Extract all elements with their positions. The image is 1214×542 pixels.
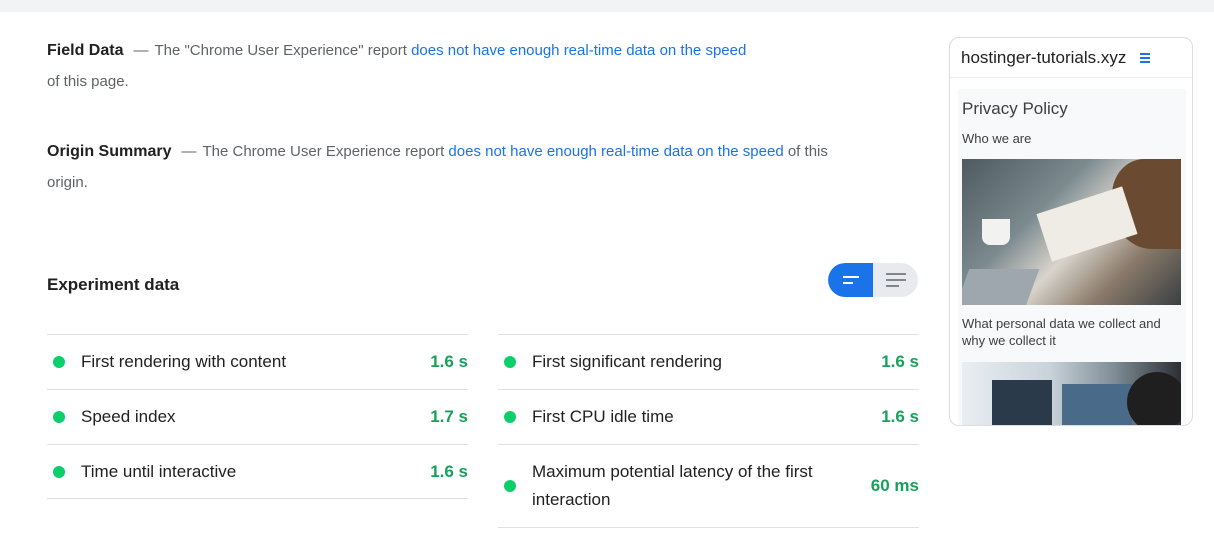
metric-label: First significant rendering xyxy=(532,352,722,371)
preview-site-name: hostinger-tutorials.xyz xyxy=(961,47,1127,67)
metric-row: First significant rendering 1.6 s xyxy=(498,334,919,389)
preview-body: Privacy Policy Who we are What personal … xyxy=(958,89,1186,425)
compact-view-icon xyxy=(842,276,859,284)
pass-dot-icon xyxy=(53,356,65,368)
metric-label: First rendering with content xyxy=(81,352,287,371)
preview-page-title: Privacy Policy xyxy=(962,99,1068,118)
metric-row: First rendering with content 1.6 s xyxy=(47,334,468,389)
field-data-text: The "Chrome User Experience" report xyxy=(154,42,407,59)
compact-view-button[interactable] xyxy=(828,263,873,297)
metrics-left-column: First rendering with content 1.6 s Speed… xyxy=(47,334,468,499)
list-view-icon xyxy=(885,273,906,287)
pass-dot-icon xyxy=(53,411,65,423)
metric-row: Time until interactive 1.6 s xyxy=(47,444,468,499)
metric-row: Speed index 1.7 s xyxy=(47,389,468,444)
pass-dot-icon xyxy=(53,465,65,478)
field-data-dash: — xyxy=(133,42,149,59)
preview-subtitle: Who we are xyxy=(962,131,1032,146)
view-toggle xyxy=(828,263,918,297)
preview-photo-office xyxy=(962,362,1181,425)
metric-value: 1.6 s xyxy=(430,461,468,481)
metric-value: 60 ms xyxy=(870,476,919,495)
metrics-right-column: First significant rendering 1.6 s First … xyxy=(498,334,919,528)
origin-summary-dash: — xyxy=(181,143,197,160)
metric-value: 1.6 s xyxy=(430,352,468,371)
origin-summary-heading: Origin Summary xyxy=(47,143,172,160)
preview-photo-desk xyxy=(962,159,1181,305)
top-bar xyxy=(0,0,1214,12)
metric-row: First CPU idle time 1.6 s xyxy=(498,389,919,444)
metric-value: 1.6 s xyxy=(881,352,919,371)
field-data-text-after: of this page. xyxy=(47,73,129,90)
pass-dot-icon xyxy=(504,480,516,492)
metric-label: Time until interactive xyxy=(81,461,237,481)
hamburger-menu-icon xyxy=(1140,52,1151,63)
metric-label: Speed index xyxy=(81,407,176,426)
pass-dot-icon xyxy=(504,356,516,368)
list-view-button[interactable] xyxy=(873,263,918,297)
experiment-data-title: Experiment data xyxy=(47,275,180,294)
pass-dot-icon xyxy=(504,411,516,423)
field-data-link[interactable]: does not have enough real-time data on t… xyxy=(411,42,746,59)
mobile-preview: hostinger-tutorials.xyz Privacy Policy W… xyxy=(949,37,1193,426)
preview-paragraph: What personal data we collect and why we… xyxy=(962,316,1161,348)
preview-header: hostinger-tutorials.xyz xyxy=(950,38,1192,78)
field-data-heading: Field Data xyxy=(47,42,124,59)
metric-label: First CPU idle time xyxy=(532,407,674,426)
metric-value: 1.7 s xyxy=(430,407,468,426)
metric-value: 1.6 s xyxy=(881,407,919,426)
metric-label: Maximum potential latency of the first i… xyxy=(532,462,813,509)
field-data-section: Field Data — The "Chrome User Experience" … xyxy=(47,35,867,97)
metric-row: Maximum potential latency of the first i… xyxy=(498,444,919,528)
origin-summary-section: Origin Summary — The Chrome User Experienc… xyxy=(47,136,867,198)
origin-summary-text: The Chrome User Experience report xyxy=(202,143,445,160)
origin-summary-link[interactable]: does not have enough real-time data on t… xyxy=(448,143,783,160)
